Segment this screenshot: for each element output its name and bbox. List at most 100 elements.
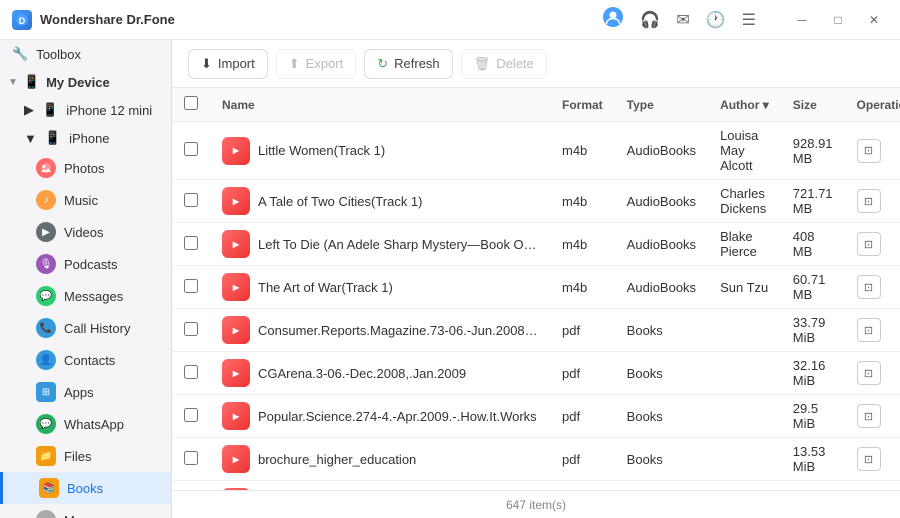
sidebar-item-videos[interactable]: ▶ Videos (0, 216, 171, 248)
row-size: 29.5 MiB (781, 395, 845, 438)
sidebar-item-contacts[interactable]: 👤 Contacts (0, 344, 171, 376)
row-checkbox[interactable] (172, 352, 210, 395)
table-row: Left To Die (An Adele Sharp Mystery—Book… (172, 223, 900, 266)
sidebar-item-whatsapp[interactable]: 💬 WhatsApp (0, 408, 171, 440)
row-author (708, 438, 781, 481)
row-format: pdf (550, 352, 615, 395)
svg-text:D: D (19, 16, 26, 26)
table-row: Popular.Science.274-4.-Apr.2009.-.How.It… (172, 395, 900, 438)
select-all-checkbox[interactable] (184, 96, 198, 110)
row-author: Blake Pierce (708, 223, 781, 266)
row-name: CGArena.3-06.-Dec.2008,.Jan.2009 (210, 352, 550, 395)
row-name: BusinessWeek.2009-03-16.-16.Mar.2009.-.W… (210, 481, 550, 491)
history-icon[interactable]: 🕐 (706, 10, 726, 30)
col-size: Size (781, 88, 845, 122)
row-format: pdf (550, 309, 615, 352)
row-author (708, 352, 781, 395)
close-button[interactable]: ✕ (860, 6, 888, 34)
export-button[interactable]: ⬆ Export (276, 49, 356, 79)
delete-button[interactable]: 🗑 Delete (461, 49, 547, 79)
row-operation: ⊡ (845, 309, 900, 352)
music-label: Music (64, 193, 98, 208)
headset-icon[interactable]: 🎧 (640, 10, 660, 30)
more-icon: ••• (36, 510, 56, 518)
operation-button[interactable]: ⊡ (857, 404, 881, 428)
row-format: m4b (550, 122, 615, 180)
col-checkbox (172, 88, 210, 122)
sidebar-item-call-history[interactable]: 📞 Call History (0, 312, 171, 344)
minimize-button[interactable]: ─ (788, 6, 816, 34)
row-checkbox[interactable] (172, 395, 210, 438)
row-operation: ⊡ (845, 438, 900, 481)
op-icon: ⊡ (864, 281, 873, 294)
operation-button[interactable]: ⊡ (857, 447, 881, 471)
sidebar-item-music[interactable]: ♪ Music (0, 184, 171, 216)
row-checkbox[interactable] (172, 438, 210, 481)
videos-icon: ▶ (36, 222, 56, 242)
sidebar-group-my-device[interactable]: ▼ 📱 My Device (0, 68, 171, 96)
sidebar-item-iphone12[interactable]: ▶ 📱 iPhone 12 mini (0, 96, 171, 124)
sidebar-item-apps[interactable]: ⊞ Apps (0, 376, 171, 408)
row-size: 721.71 MB (781, 180, 845, 223)
row-checkbox[interactable] (172, 309, 210, 352)
row-type: Books (615, 481, 708, 491)
operation-button[interactable]: ⊡ (857, 139, 881, 163)
row-format: m4b (550, 266, 615, 309)
op-icon: ⊡ (864, 410, 873, 423)
maximize-button[interactable]: □ (824, 6, 852, 34)
sidebar-item-photos[interactable]: Photos (0, 152, 171, 184)
row-format: pdf (550, 438, 615, 481)
files-label: Files (64, 449, 91, 464)
books-label: Books (67, 481, 103, 496)
row-operation: ⊡ (845, 352, 900, 395)
row-checkbox[interactable] (172, 223, 210, 266)
row-size: 10.77 MiB (781, 481, 845, 491)
file-name-label: Popular.Science.274-4.-Apr.2009.-.How.It… (258, 409, 537, 424)
sidebar-item-files[interactable]: 📁 Files (0, 440, 171, 472)
col-operation: Operation (845, 88, 900, 122)
sidebar-item-more[interactable]: ••• More (0, 504, 171, 518)
table-row: BusinessWeek.2009-03-16.-16.Mar.2009.-.W… (172, 481, 900, 491)
sidebar-item-books[interactable]: 📚 Books (0, 472, 171, 504)
file-icon (222, 316, 250, 344)
table-row: CGArena.3-06.-Dec.2008,.Jan.2009 pdf Boo… (172, 352, 900, 395)
window-controls: ─ □ ✕ (788, 6, 888, 34)
operation-button[interactable]: ⊡ (857, 275, 881, 299)
operation-button[interactable]: ⊡ (857, 318, 881, 342)
col-type: Type (615, 88, 708, 122)
col-author[interactable]: Author ▾ (708, 88, 781, 122)
chevron-down-icon: ▼ (8, 77, 18, 88)
item-count: 647 item(s) (506, 498, 566, 512)
sidebar-item-podcasts[interactable]: 🎙 Podcasts (0, 248, 171, 280)
row-checkbox[interactable] (172, 266, 210, 309)
whatsapp-icon: 💬 (36, 414, 56, 434)
podcasts-label: Podcasts (64, 257, 117, 272)
app-icon: D (12, 10, 32, 30)
row-checkbox[interactable] (172, 481, 210, 491)
row-checkbox[interactable] (172, 122, 210, 180)
call-history-label: Call History (64, 321, 130, 336)
toolbox-label: Toolbox (36, 47, 81, 62)
operation-button[interactable]: ⊡ (857, 361, 881, 385)
menu-icon[interactable]: ☰ (742, 10, 756, 30)
sidebar-item-iphone[interactable]: ▼ 📱 iPhone (0, 124, 171, 152)
row-operation: ⊡ (845, 223, 900, 266)
op-icon: ⊡ (864, 367, 873, 380)
operation-button[interactable]: ⊡ (857, 232, 881, 256)
row-checkbox[interactable] (172, 180, 210, 223)
row-format: pdf (550, 481, 615, 491)
refresh-button[interactable]: ↻ Refresh (364, 49, 452, 79)
row-name: A Tale of Two Cities(Track 1) (210, 180, 550, 223)
photos-label: Photos (64, 161, 104, 176)
row-size: 13.53 MiB (781, 438, 845, 481)
row-name: The Art of War(Track 1) (210, 266, 550, 309)
sidebar-item-toolbox[interactable]: 🔧 Toolbox (0, 40, 171, 68)
mail-icon[interactable]: ✉ (676, 10, 689, 30)
user-icon[interactable] (602, 6, 624, 33)
sidebar-item-messages[interactable]: 💬 Messages (0, 280, 171, 312)
toolbox-icon: 🔧 (12, 46, 28, 62)
operation-button[interactable]: ⊡ (857, 189, 881, 213)
row-type: AudioBooks (615, 223, 708, 266)
import-button[interactable]: ⬇ Import (188, 49, 268, 79)
iphone12-icon: 📱 (42, 102, 58, 118)
